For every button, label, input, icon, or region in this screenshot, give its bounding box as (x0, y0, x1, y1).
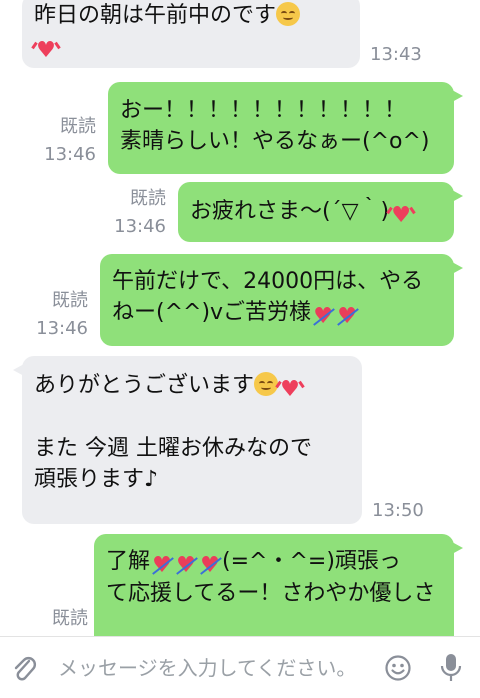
message-text: ♥ (34, 31, 348, 63)
read-receipt: 既読 (130, 188, 166, 209)
message-bubble-outgoing[interactable]: 午前だけで、24000円は、やる ねー(^^)vご苦労様♥ ♥ (100, 254, 463, 346)
message-input[interactable] (58, 651, 368, 685)
message-input-bar (0, 636, 480, 698)
message-text: 昨日の朝は午前中のです (34, 0, 348, 31)
emoji-icon[interactable] (384, 654, 412, 682)
message-bubble-outgoing[interactable]: お疲れさま〜(´▽｀)♥ (178, 182, 463, 242)
sparkling-heart-emoji: ♥ (389, 204, 413, 228)
relieved-face-emoji (254, 372, 279, 396)
chat-area[interactable]: 昨日の朝は午前中のです ♥ 13:43 既読 13:46 おー！！！！！！！！！… (0, 0, 480, 636)
message-text: また 今週 土曜お休みなので (34, 436, 312, 461)
message-text: 頑張ります♪ (34, 467, 159, 492)
message-bubble-outgoing[interactable]: おー！！！！！！！！！！！ 素晴らしい！やるなぁー(^o^) (108, 82, 463, 174)
paperclip-icon[interactable] (12, 655, 38, 683)
sparkling-heart-emoji: ♥ (34, 39, 58, 63)
message-time: 13:43 (370, 44, 422, 65)
message-text: おー！！！！！！！！！！！ (120, 98, 407, 123)
read-receipt: 既読 (60, 116, 96, 137)
read-receipt: 既読 (52, 608, 88, 629)
heart-with-arrow-emoji: ♥ (335, 305, 359, 329)
message-meta: 既読 13:46 (30, 116, 96, 166)
message-text: 了解♥ ♥ ♥(=^・^=)頑張っ (106, 549, 401, 578)
message-text: て応援してるー！さわやか優しさ (106, 581, 436, 606)
message-meta: 既読 13:46 (102, 188, 166, 238)
heart-with-arrow-emoji: ♥ (150, 554, 174, 578)
read-receipt: 既読 (52, 290, 88, 311)
message-text: 素晴らしい！やるなぁー(^o^) (120, 129, 430, 154)
message-meta: 既読 13:46 (22, 290, 88, 340)
relieved-face-emoji (276, 2, 301, 26)
heart-with-arrow-emoji: ♥ (198, 554, 222, 578)
message-text: お疲れさま〜(´▽｀)♥ (190, 196, 442, 228)
message-text: ありがとうございます ♥ (34, 370, 350, 402)
heart-with-arrow-emoji: ♥ (174, 554, 198, 578)
message-text: 午前だけで、24000円は、やる (112, 269, 424, 294)
message-time: 13:46 (114, 216, 166, 237)
sparkling-heart-emoji: ♥ (278, 378, 302, 402)
microphone-icon[interactable] (438, 652, 464, 684)
message-bubble-incoming[interactable]: ありがとうございます ♥ また 今週 土曜お休みなので 頑張ります♪ (13, 356, 362, 524)
message-bubble-incoming[interactable]: 昨日の朝は午前中のです ♥ (22, 0, 360, 68)
message-time: 13:46 (44, 144, 96, 165)
heart-with-arrow-emoji: ♥ (311, 305, 335, 329)
message-bubble-outgoing[interactable]: 了解♥ ♥ ♥(=^・^=)頑張っ て応援してるー！さわやか優しさ (94, 534, 463, 636)
message-time: 13:46 (36, 318, 88, 339)
message-text (34, 402, 350, 433)
message-text: ねー(^^)vご苦労様♥ ♥ (112, 297, 442, 329)
message-meta: 既読 (24, 608, 88, 630)
message-time: 13:50 (372, 500, 424, 521)
